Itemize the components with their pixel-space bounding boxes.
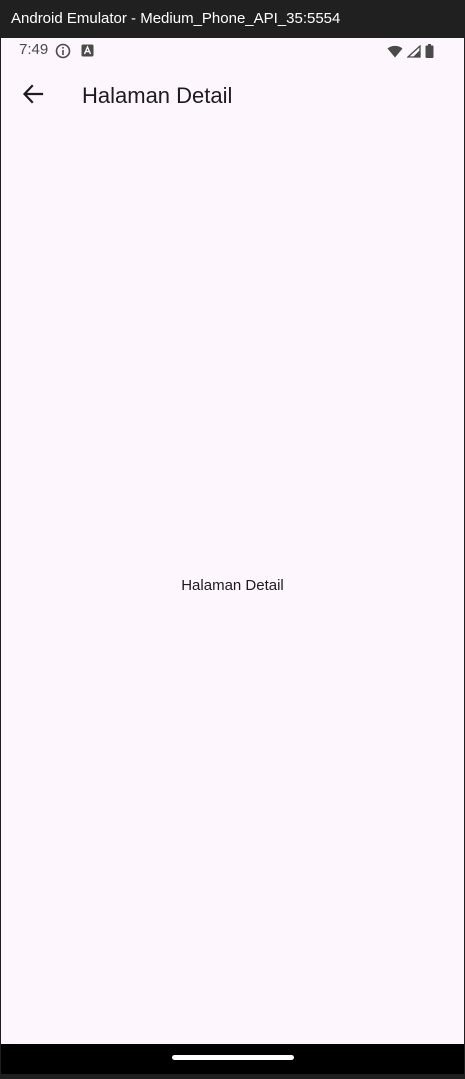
body-text: Halaman Detail [181,577,284,594]
emulator-bottom-frame [0,1074,465,1079]
emulator-title: Android Emulator - Medium_Phone_API_35:5… [11,10,341,27]
back-button[interactable] [15,78,51,114]
signal-icon [406,44,421,63]
page-title: Halaman Detail [82,83,233,108]
app-bar: Halaman Detail [1,66,464,130]
home-handle[interactable] [172,1055,294,1060]
wifi-icon [387,45,403,63]
device-screen: 7:49 Halaman Detail Halaman Detail [1,38,464,1044]
status-icons [387,44,434,63]
emulator-title-bar: Android Emulator - Medium_Phone_API_35:5… [0,0,465,38]
gesture-nav-bar [1,1044,464,1074]
status-bar: 7:49 [1,38,464,66]
battery-icon [425,44,434,63]
a-badge-icon [81,44,94,62]
info-icon [55,43,71,64]
arrow-left-icon [22,83,44,110]
status-time: 7:49 [19,41,49,58]
